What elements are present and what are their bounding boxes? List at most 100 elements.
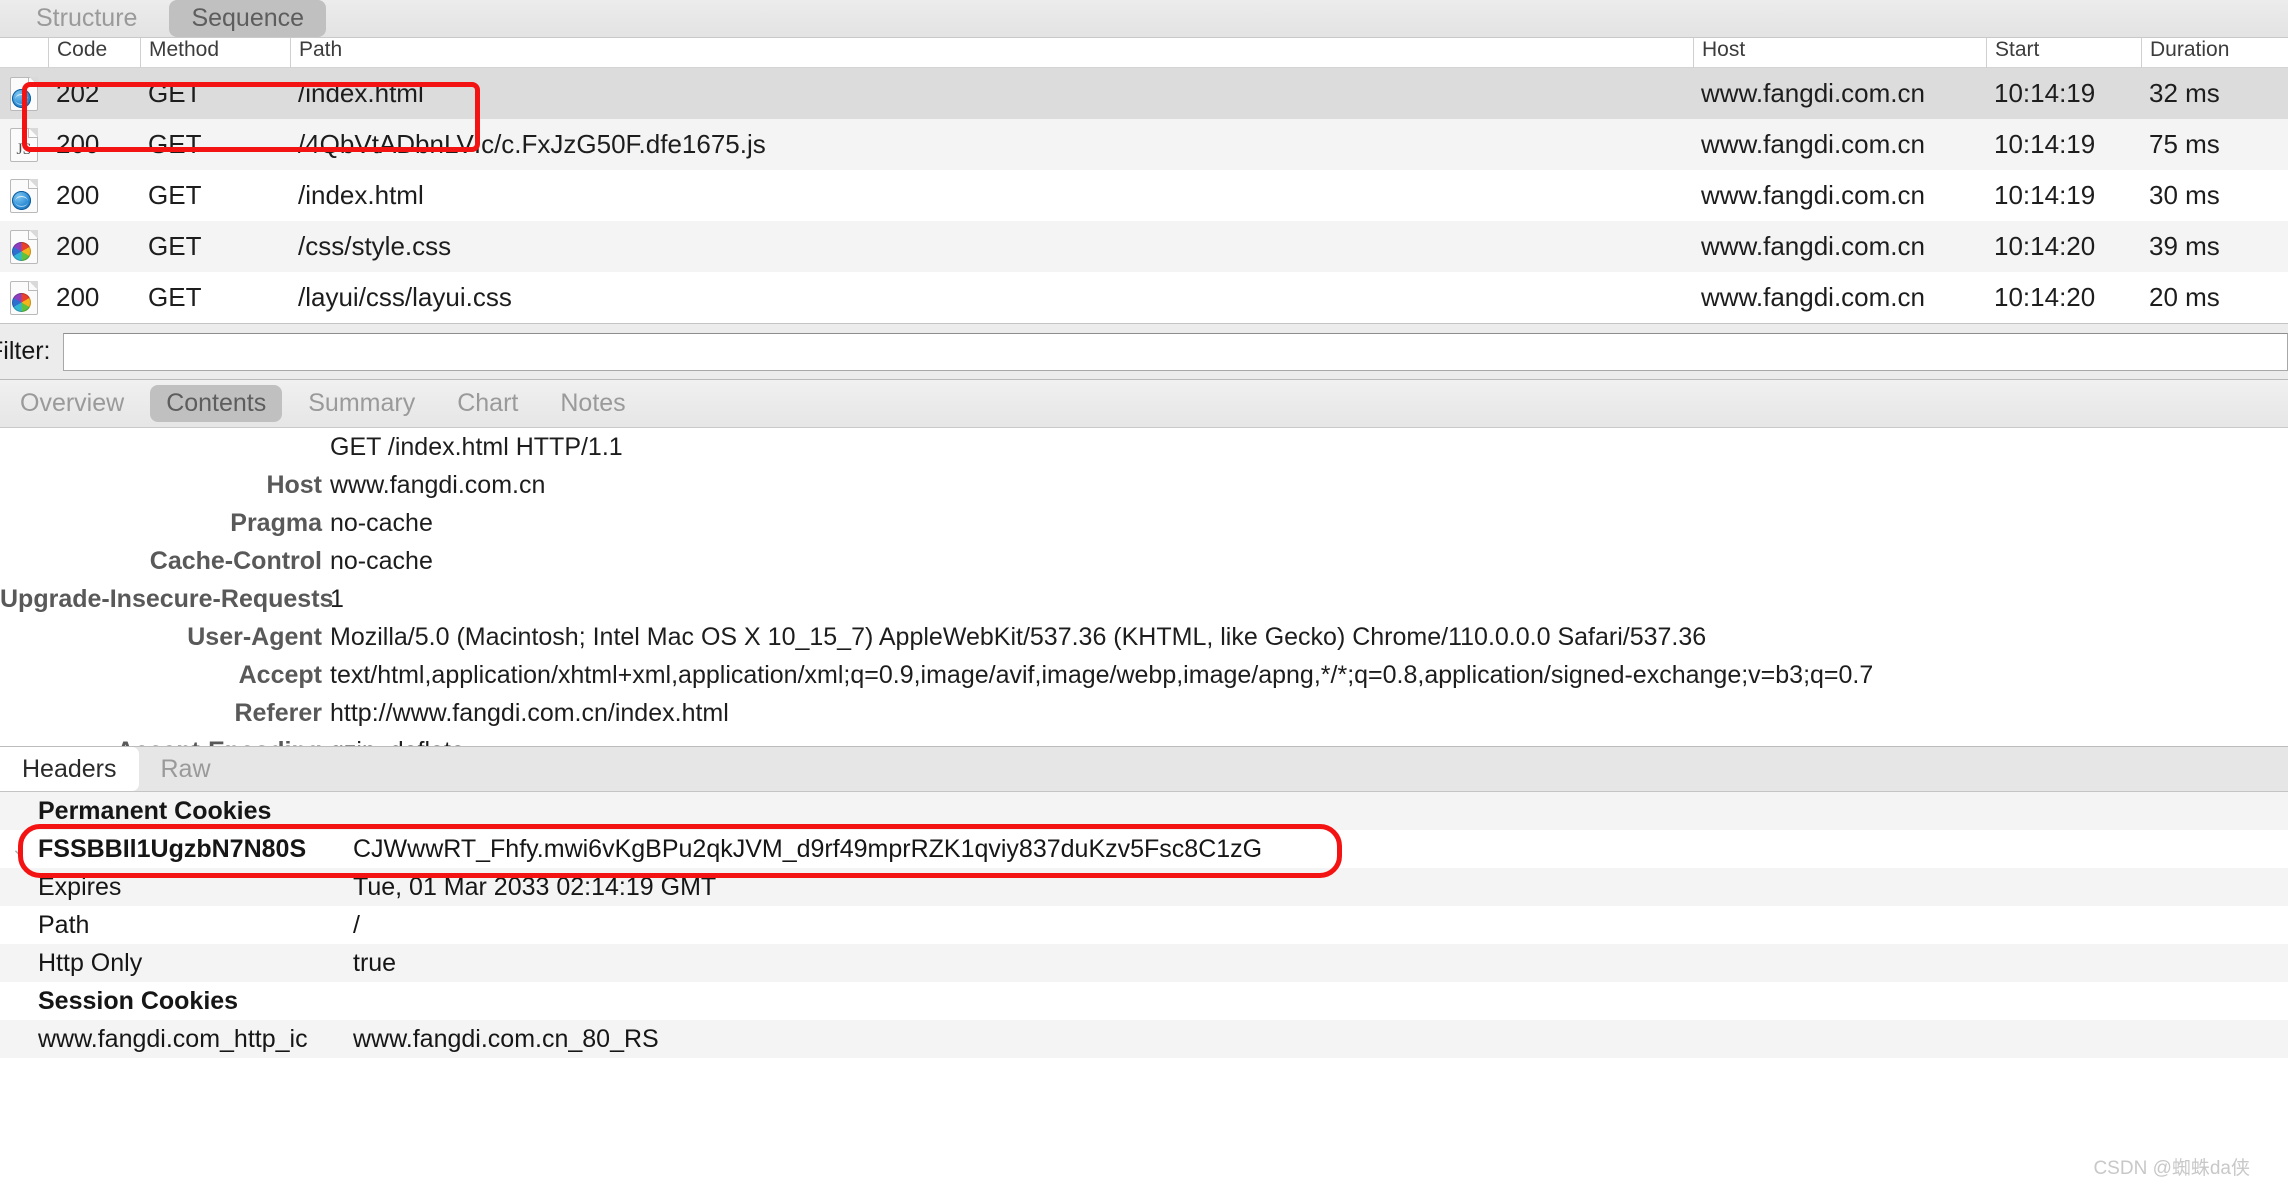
row-type-icon-cell bbox=[0, 280, 48, 315]
cell-host: www.fangdi.com.cn bbox=[1701, 282, 1925, 312]
cell-duration: 39 ms bbox=[2149, 231, 2220, 261]
header-row: Host www.fangdi.com.cn bbox=[0, 466, 2288, 504]
header-name: Accept-Encoding bbox=[0, 732, 330, 746]
header-row: Referer http://www.fangdi.com.cn/index.h… bbox=[0, 694, 2288, 732]
cookie-attr-name: Expires bbox=[38, 872, 122, 901]
cookie-name: www.fangdi.com_http_ic bbox=[38, 1024, 308, 1053]
tab-notes[interactable]: Notes bbox=[544, 385, 641, 422]
table-row[interactable]: JS 200 GET /4QbVtADbnLVIc/c.FxJzG50F.dfe… bbox=[0, 119, 2288, 170]
table-row[interactable]: 202 GET /index.html www.fangdi.com.cn 10… bbox=[0, 68, 2288, 119]
column-header-start[interactable]: Start bbox=[1986, 38, 2141, 68]
request-list-table[interactable]: Code Method Path Host Start Duration 202… bbox=[0, 38, 2288, 323]
css-document-icon bbox=[10, 229, 38, 264]
header-value: http://www.fangdi.com.cn/index.html bbox=[330, 699, 729, 727]
cookie-attr-row: Expires Tue, 01 Mar 2033 02:14:19 GMT bbox=[0, 868, 2288, 906]
cell-host: www.fangdi.com.cn bbox=[1701, 180, 1925, 210]
cookie-row[interactable]: www.fangdi.com_http_ic www.fangdi.com.cn… bbox=[0, 1020, 2288, 1058]
request-headers-panel[interactable]: GET /index.html HTTP/1.1 Host www.fangdi… bbox=[0, 428, 2288, 746]
cell-start: 10:14:20 bbox=[1994, 231, 2096, 261]
html-document-icon bbox=[10, 76, 38, 111]
filter-label: Filter: bbox=[0, 337, 51, 365]
cookie-value: www.fangdi.com.cn_80_RS bbox=[353, 1024, 659, 1053]
header-name: Upgrade-Insecure-Requests bbox=[0, 585, 334, 613]
table-row[interactable]: 200 GET /index.html www.fangdi.com.cn 10… bbox=[0, 170, 2288, 221]
table-row[interactable]: 200 GET /css/style.css www.fangdi.com.cn… bbox=[0, 221, 2288, 272]
header-name bbox=[0, 428, 330, 466]
cell-path: /index.html bbox=[298, 180, 424, 210]
cell-path: /css/style.css bbox=[298, 231, 452, 261]
cell-host: www.fangdi.com.cn bbox=[1701, 129, 1925, 159]
header-value: no-cache bbox=[330, 547, 433, 575]
tab-raw[interactable]: Raw bbox=[139, 747, 233, 791]
header-name: Cache-Control bbox=[149, 547, 322, 575]
view-mode-tabbar: Structure Sequence bbox=[0, 0, 2288, 38]
tab-overview[interactable]: Overview bbox=[4, 385, 140, 422]
cell-path: /layui/css/layui.css bbox=[298, 282, 512, 312]
cell-method: GET bbox=[148, 129, 202, 159]
cell-start: 10:14:19 bbox=[1994, 129, 2096, 159]
tab-summary[interactable]: Summary bbox=[292, 385, 431, 422]
cell-host: www.fangdi.com.cn bbox=[1701, 78, 1925, 108]
cookies-group-header: Permanent Cookies bbox=[0, 792, 2288, 830]
row-type-icon-cell bbox=[0, 178, 48, 213]
tab-contents[interactable]: Contents bbox=[150, 385, 283, 422]
header-name: Pragma bbox=[230, 509, 322, 537]
tab-headers[interactable]: Headers bbox=[0, 747, 139, 791]
row-type-icon-cell bbox=[0, 229, 48, 264]
cell-duration: 75 ms bbox=[2149, 129, 2220, 159]
cell-host: www.fangdi.com.cn bbox=[1701, 231, 1925, 261]
header-value: Mozilla/5.0 (Macintosh; Intel Mac OS X 1… bbox=[330, 623, 1707, 651]
cell-code: 200 bbox=[56, 231, 100, 261]
watermark-label: CSDN @蜘蛛da侠 bbox=[2093, 1158, 2250, 1179]
detail-tabbar: Overview Contents Summary Chart Notes bbox=[0, 380, 2288, 428]
cell-duration: 32 ms bbox=[2149, 78, 2220, 108]
cookie-row[interactable]: ⌄ FSSBBIl1UgzbN7N80S CJWwwRT_Fhfy.mwi6vK… bbox=[0, 830, 2288, 868]
tab-structure[interactable]: Structure bbox=[14, 0, 159, 37]
column-header-path[interactable]: Path bbox=[290, 38, 1693, 68]
column-header-icon[interactable] bbox=[0, 38, 48, 68]
cell-path: /4QbVtADbnLVIc/c.FxJzG50F.dfe1675.js bbox=[298, 129, 766, 159]
chevron-down-icon[interactable]: ⌄ bbox=[0, 838, 38, 861]
header-row: Accept-Encoding gzip, deflate bbox=[0, 732, 2288, 746]
cookie-attr-row: Http Only true bbox=[0, 944, 2288, 982]
cookie-name: FSSBBIl1UgzbN7N80S bbox=[38, 834, 307, 863]
cell-duration: 20 ms bbox=[2149, 282, 2220, 312]
cell-method: GET bbox=[148, 282, 202, 312]
cookies-group-header: Session Cookies bbox=[0, 982, 2288, 1020]
header-value: 1 bbox=[330, 585, 344, 613]
cookie-value: CJWwwRT_Fhfy.mwi6vKgBPu2qkJVM_d9rf49mprR… bbox=[353, 834, 1263, 863]
cell-start: 10:14:19 bbox=[1994, 78, 2096, 108]
header-value: text/html,application/xhtml+xml,applicat… bbox=[330, 661, 1874, 689]
column-header-host[interactable]: Host bbox=[1693, 38, 1986, 68]
cookie-attr-value: / bbox=[353, 910, 360, 939]
header-value: gzip, deflate bbox=[330, 732, 2288, 746]
column-header-method[interactable]: Method bbox=[140, 38, 290, 68]
row-type-icon-cell bbox=[0, 76, 48, 111]
filter-input[interactable] bbox=[62, 332, 2288, 371]
cookies-table[interactable]: Permanent Cookies ⌄ FSSBBIl1UgzbN7N80S C… bbox=[0, 792, 2288, 1058]
cell-start: 10:14:19 bbox=[1994, 180, 2096, 210]
header-name: Referer bbox=[234, 699, 322, 727]
empty-content-area bbox=[0, 1058, 2288, 1204]
cell-code: 200 bbox=[56, 180, 100, 210]
tab-sequence[interactable]: Sequence bbox=[169, 0, 327, 37]
column-header-code[interactable]: Code bbox=[48, 38, 140, 68]
header-row: Accept text/html,application/xhtml+xml,a… bbox=[0, 656, 2288, 694]
cell-duration: 30 ms bbox=[2149, 180, 2220, 210]
tab-chart[interactable]: Chart bbox=[441, 385, 534, 422]
header-value: no-cache bbox=[330, 509, 433, 537]
cell-start: 10:14:20 bbox=[1994, 282, 2096, 312]
cell-method: GET bbox=[148, 180, 202, 210]
header-row: Upgrade-Insecure-Requests 1 bbox=[0, 580, 2288, 618]
row-type-icon-cell: JS bbox=[0, 127, 48, 162]
css-document-icon bbox=[10, 280, 38, 315]
cookie-attr-name: Http Only bbox=[38, 948, 143, 977]
header-value: www.fangdi.com.cn bbox=[330, 471, 546, 499]
table-row[interactable]: 200 GET /layui/css/layui.css www.fangdi.… bbox=[0, 272, 2288, 323]
charles-proxy-window: Structure Sequence Code Method Path Host… bbox=[0, 0, 2288, 1204]
filter-bar: Filter: bbox=[0, 323, 2288, 380]
headers-raw-tabbar: Headers Raw bbox=[0, 746, 2288, 792]
cookie-attr-value: true bbox=[353, 948, 397, 977]
column-header-duration[interactable]: Duration bbox=[2141, 38, 2288, 68]
group-label: Permanent Cookies bbox=[38, 796, 272, 825]
